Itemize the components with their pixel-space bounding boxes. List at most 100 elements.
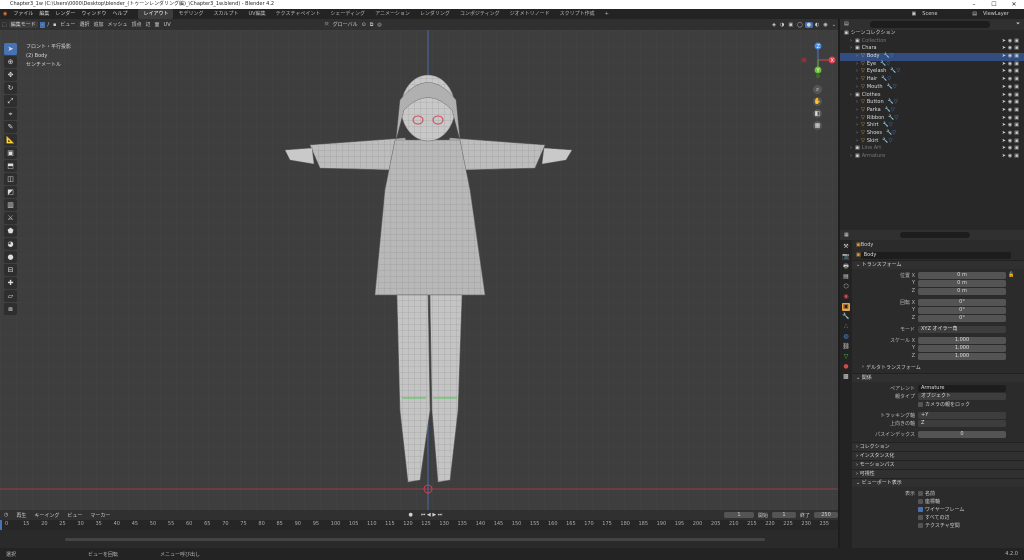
modifier-data-icon[interactable]: 🔧▽ xyxy=(877,76,891,84)
workspace-tab-animation[interactable]: アニメーション xyxy=(370,9,415,19)
visibility-toggle-icon[interactable]: ➤◉▣ xyxy=(1002,130,1021,138)
outliner-item-collection[interactable]: › ▣ Collection ➤◉▣ xyxy=(840,38,1024,46)
workspace-tab-shading[interactable]: シェーディング xyxy=(325,9,370,19)
extrude-icon[interactable]: ⬒ xyxy=(4,160,17,172)
show-wireframe-checkbox[interactable] xyxy=(918,506,923,512)
menu-file[interactable]: ファイル xyxy=(10,9,36,19)
minimize-button[interactable]: – xyxy=(964,0,984,9)
workspace-tab-rendering[interactable]: レンダリング xyxy=(415,9,455,19)
measure-icon[interactable]: 📐 xyxy=(4,134,17,146)
location-y-field[interactable]: 0 m xyxy=(918,279,1006,287)
modifier-data-icon[interactable]: 🔧▽ xyxy=(882,130,896,138)
camera-view-icon[interactable]: ◧ xyxy=(813,109,822,118)
record-icon[interactable]: ● xyxy=(404,512,416,518)
menu-edit[interactable]: 編集 xyxy=(36,9,52,19)
menu-uv[interactable]: UV xyxy=(162,22,173,28)
proportional-edit-icon[interactable]: ◎ xyxy=(375,22,383,28)
scale-y-field[interactable]: 1.000 xyxy=(918,344,1006,352)
world-tab-icon[interactable]: ◉ xyxy=(842,293,850,301)
up-axis-select[interactable]: Z xyxy=(918,419,1006,427)
timeline-body[interactable] xyxy=(0,530,838,548)
rotation-z-field[interactable]: 0° xyxy=(918,314,1006,322)
menu-vertex[interactable]: 頂点 xyxy=(129,21,143,28)
shrink-icon[interactable]: ✚ xyxy=(4,277,17,289)
face-select-icon[interactable]: ▪ xyxy=(51,22,58,28)
current-frame-field[interactable]: 1 xyxy=(723,512,754,518)
outliner-search-input[interactable] xyxy=(870,21,990,28)
add-workspace-button[interactable]: + xyxy=(600,9,614,19)
scene-tab-icon[interactable]: ⬡ xyxy=(842,283,850,291)
maximize-button[interactable]: ☐ xyxy=(984,0,1004,9)
workspace-tab-scripting[interactable]: スクリプト作成 xyxy=(555,9,600,19)
show-all-edges-checkbox[interactable] xyxy=(918,514,923,520)
workspace-tab-sculpt[interactable]: スカルプト xyxy=(208,9,243,19)
data-tab-icon[interactable]: ▽ xyxy=(842,353,850,361)
timeline-keying-menu[interactable]: キーイング xyxy=(30,512,63,519)
physics-tab-icon[interactable]: ◍ xyxy=(842,333,850,341)
rotation-x-field[interactable]: 0° xyxy=(918,298,1006,306)
location-x-field[interactable]: 0 m xyxy=(918,271,1006,279)
constraints-tab-icon[interactable]: ⛓ xyxy=(842,343,850,351)
section-visibility[interactable]: › 可視性 xyxy=(852,469,1024,478)
outliner-item-shoes[interactable]: › ▽ Shoes 🔧▽ ➤◉▣ xyxy=(840,130,1024,138)
spin-icon[interactable]: ◕ xyxy=(4,238,17,250)
timeline-editor-icon[interactable]: ◷ xyxy=(0,512,12,518)
rip-icon[interactable]: ⧈ xyxy=(4,303,17,315)
visibility-toggle-icon[interactable]: ➤◉▣ xyxy=(1002,99,1021,107)
location-z-field[interactable]: 0 m xyxy=(918,287,1006,295)
show-texture-space-checkbox[interactable] xyxy=(918,522,923,528)
timeline-view-menu[interactable]: ビュー xyxy=(63,512,86,519)
transform-orientation-selector[interactable]: グローバル xyxy=(331,21,360,28)
menu-edge[interactable]: 辺 xyxy=(144,21,153,28)
add-cube-icon[interactable]: ▣ xyxy=(4,147,17,159)
outliner-item-armature[interactable]: › ▣ Armature ➤◉▣ xyxy=(840,153,1024,161)
xray-toggle-icon[interactable]: ▣ xyxy=(786,22,795,28)
scene-collection-row[interactable]: ▣ シーンコレクション xyxy=(840,30,1024,38)
visibility-toggle-icon[interactable]: ➤◉▣ xyxy=(1002,107,1021,115)
outliner-item-hair[interactable]: › ▽ Hair 🔧▽ ➤◉▣ xyxy=(840,76,1024,84)
inset-icon[interactable]: ◫ xyxy=(4,173,17,185)
outliner-item-mouth[interactable]: › ▽ Mouth 🔧▽ ➤◉▣ xyxy=(840,84,1024,92)
menu-render[interactable]: レンダー xyxy=(52,9,78,19)
outliner-item-button[interactable]: › ▽ Button 🔧▽ ➤◉▣ xyxy=(840,99,1024,107)
modifier-data-icon[interactable]: 🔧▽ xyxy=(879,53,893,61)
workspace-tab-layout[interactable]: レイアウト xyxy=(138,9,174,19)
parent-type-select[interactable]: オブジェクト xyxy=(918,392,1006,400)
pass-index-field[interactable]: 0 xyxy=(918,430,1006,438)
outliner-item-skirt[interactable]: › ▽ Skirt 🔧▽ ➤◉▣ xyxy=(840,138,1024,146)
visibility-toggle-icon[interactable]: ➤◉▣ xyxy=(1002,84,1021,92)
rotation-y-field[interactable]: 0° xyxy=(918,306,1006,314)
shading-wireframe-icon[interactable]: ◯ xyxy=(795,22,805,28)
timeline-scrollbar[interactable] xyxy=(65,538,765,541)
visibility-toggle-icon[interactable]: ➤◉▣ xyxy=(1002,92,1021,100)
outliner-item-eye[interactable]: › ▽ Eye 🔧▽ ➤◉▣ xyxy=(840,61,1024,69)
loopcut-icon[interactable]: ▥ xyxy=(4,199,17,211)
section-instancing[interactable]: › インスタンス化 xyxy=(852,451,1024,460)
camera-lock-checkbox[interactable] xyxy=(918,401,923,407)
knife-icon[interactable]: ⚔ xyxy=(4,212,17,224)
modifier-data-icon[interactable]: 🔧▽ xyxy=(881,107,895,115)
timeline-ruler[interactable]: 0 15 20 25 30 35 40 45 50 55 60 65 70 75 80 85 90 95 100 10… xyxy=(0,520,838,530)
scene-selector[interactable]: Scene xyxy=(919,9,969,19)
axis-gizmo[interactable]: Z X Y xyxy=(800,40,836,80)
playback-controls-icon[interactable]: ⏮ ◀ ▶ ⏭ xyxy=(417,512,446,518)
workspace-tab-texture-paint[interactable]: テクスチャペイント xyxy=(271,9,326,19)
mode-selector[interactable]: 編集モード xyxy=(8,21,38,28)
properties-editor-icon[interactable]: ▦ xyxy=(844,232,849,238)
pan-hand-icon[interactable]: ✋ xyxy=(813,97,822,106)
overlays-toggle-icon[interactable]: ◑ xyxy=(778,22,786,28)
cursor-icon[interactable]: ⊕ xyxy=(4,56,17,68)
polybuild-icon[interactable]: ⬟ xyxy=(4,225,17,237)
viewport-canvas[interactable] xyxy=(0,30,838,510)
ortho-grid-icon[interactable]: ▦ xyxy=(813,121,822,130)
properties-search-input[interactable] xyxy=(900,232,970,238)
shading-solid-icon[interactable]: ● xyxy=(804,21,814,28)
menu-view[interactable]: ビュー xyxy=(58,21,77,28)
visibility-toggle-icon[interactable]: ➤◉▣ xyxy=(1002,115,1021,123)
tool-tab-icon[interactable]: ⚒ xyxy=(842,243,850,251)
section-relations[interactable]: ⌄ 関係 xyxy=(852,373,1024,382)
scale-x-field[interactable]: 1.000 xyxy=(918,336,1006,344)
shading-options-icon[interactable]: ⌄ xyxy=(830,22,838,28)
timeline-marker-menu[interactable]: マーカー xyxy=(86,512,114,519)
viewport-gizmo-toggle-icon[interactable]: ◈ xyxy=(770,22,778,28)
